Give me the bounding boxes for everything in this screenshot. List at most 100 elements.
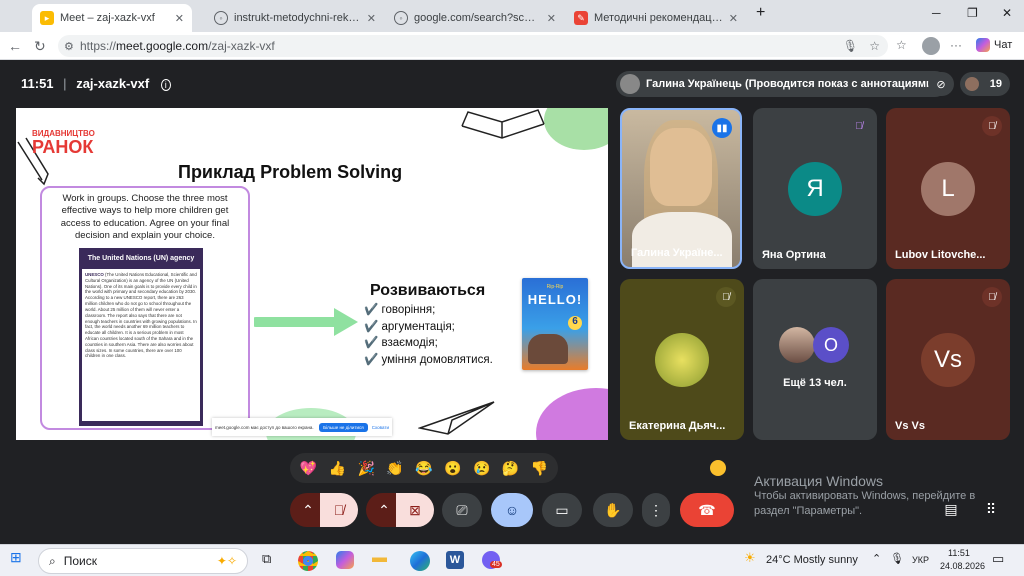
- participant-tile[interactable]: 🎙̸ Vs Vs Vs: [886, 279, 1010, 440]
- reaction-party-icon[interactable]: 🎉: [357, 460, 374, 477]
- copilot-icon: [976, 38, 990, 52]
- minimize-icon[interactable]: ─: [932, 6, 941, 20]
- back-icon[interactable]: ←: [8, 38, 22, 54]
- participant-tile[interactable]: 🎙̸ Екатерина Дьяч...: [620, 279, 744, 440]
- close-icon[interactable]: ✕: [367, 12, 376, 25]
- stop-sharing-button[interactable]: Більше не ділитися: [319, 422, 368, 432]
- reaction-heart-icon[interactable]: 💖: [300, 460, 317, 477]
- search-icon: ⌕: [49, 553, 56, 568]
- globe-icon: ◦: [214, 11, 228, 25]
- notification-badge: 45: [490, 561, 502, 568]
- taskbar-search[interactable]: ⌕ Поиск ✦✧: [38, 548, 248, 574]
- camera-toggle-button[interactable]: ⊠: [396, 493, 434, 527]
- reaction-surprised-icon[interactable]: 😮: [444, 460, 461, 477]
- more-menu-icon[interactable]: ···: [950, 38, 962, 52]
- globe-icon: ◦: [394, 11, 408, 25]
- tab-label: instrukt-metodychni-rekomend.p: [234, 12, 361, 24]
- language-indicator[interactable]: УКР: [912, 555, 929, 565]
- favorites-icon[interactable]: ☆: [896, 38, 907, 52]
- separator: |: [63, 76, 67, 91]
- doc-icon: ✎: [574, 11, 588, 25]
- mic-tray-icon[interactable]: 🎙: [890, 552, 904, 565]
- presenter-chip[interactable]: Галина Українець (Проводится показ с анн…: [616, 71, 948, 97]
- tab-docs[interactable]: ✎ Методичні рекомендації щодо в ✕: [566, 4, 746, 32]
- copilot-icon[interactable]: [336, 551, 354, 569]
- present-button[interactable]: ⎚: [442, 493, 482, 527]
- task-view-icon[interactable]: ⧉: [262, 551, 271, 567]
- restore-icon[interactable]: ❐: [967, 6, 978, 20]
- bookmark-star-icon[interactable]: ☆: [869, 39, 880, 53]
- file-explorer-icon[interactable]: ▬: [372, 549, 387, 566]
- reload-icon[interactable]: ↻: [34, 38, 46, 55]
- leave-call-button[interactable]: ☎: [680, 493, 734, 527]
- participant-tile[interactable]: 🎙̸ L Lubov Litovche...: [886, 108, 1010, 269]
- mic-off-icon: 🎙̸: [333, 502, 345, 518]
- share-notice-text: meet.google.com має доступ до вашого екр…: [215, 424, 314, 430]
- book-doodle-icon: [461, 109, 545, 139]
- search-highlight-icon: ✦✧: [216, 554, 237, 568]
- word-icon[interactable]: W: [446, 551, 464, 569]
- reaction-thumbs-up-icon[interactable]: 👍: [329, 460, 346, 477]
- tray-chevron-icon[interactable]: ⌃: [872, 552, 881, 565]
- skin-tone-selector[interactable]: [710, 460, 726, 476]
- participant-tile[interactable]: ▮▮ Галина Українe...: [620, 108, 742, 269]
- article-body-panel: UNESCO (The United Nations Educational, …: [82, 269, 200, 421]
- raise-hand-button[interactable]: ✋: [593, 493, 633, 527]
- site-info-icon[interactable]: ⚙: [64, 40, 74, 53]
- screen-share-off-icon[interactable]: ⊘: [928, 72, 954, 96]
- tab-meet[interactable]: ▸ Meet – zaj-xazk-vxf ✕: [32, 4, 192, 32]
- mic-toggle-button[interactable]: 🎙̸: [320, 493, 358, 527]
- hand-icon: ✋: [604, 501, 622, 518]
- chrome-icon[interactable]: [298, 551, 318, 571]
- copilot-chat-button[interactable]: Чат: [976, 38, 1012, 52]
- weather-label[interactable]: 24°C Mostly sunny: [766, 554, 858, 566]
- reactions-bar: 💖 👍 🎉 👏 😂 😮 😢 🤔 👎: [290, 453, 558, 483]
- reaction-thumbs-down-icon[interactable]: 👎: [531, 460, 548, 477]
- clock[interactable]: 11:51: [948, 548, 970, 558]
- tab-label: Методичні рекомендації щодо в: [594, 12, 723, 24]
- close-icon[interactable]: ✕: [547, 12, 556, 25]
- start-icon[interactable]: ⊞: [10, 549, 22, 566]
- chat-panel-button[interactable]: ▤: [936, 494, 966, 524]
- hide-notice-link[interactable]: Сховати: [372, 425, 389, 430]
- captions-button[interactable]: ▭: [542, 493, 582, 527]
- reaction-laugh-icon[interactable]: 😂: [415, 460, 432, 477]
- tab-search[interactable]: ◦ google.com/search?sca_esv=7e6a ✕: [386, 4, 564, 32]
- activation-text: Чтобы активировать Windows, перейдите в …: [754, 490, 976, 518]
- activities-button[interactable]: ⠿: [976, 494, 1006, 524]
- participant-tile[interactable]: 🎙̸ Я Яна Ортина: [753, 108, 877, 269]
- chat-label: Чат: [994, 39, 1013, 51]
- book-number: 6: [568, 316, 582, 330]
- task-card: Work in groups. Choose the three most ef…: [40, 186, 250, 430]
- notifications-icon[interactable]: ▭: [992, 551, 1004, 567]
- decor-blob-purple: [536, 388, 608, 440]
- tab-strip: ▸ Meet – zaj-xazk-vxf ✕ ◦ instrukt-metod…: [0, 0, 1024, 32]
- edge-icon[interactable]: [410, 551, 430, 571]
- participants-button[interactable]: 19: [960, 72, 1010, 96]
- participant-name: Lubov Litovche...: [895, 249, 986, 261]
- new-tab-button[interactable]: +: [756, 4, 765, 22]
- close-icon[interactable]: ✕: [175, 12, 184, 25]
- reaction-clap-icon[interactable]: 👏: [386, 460, 403, 477]
- more-participants-label: Ещё 13 чел.: [783, 377, 847, 389]
- address-toolbar: ← ↻ ⚙ https:// meet.google.com /zaj-xazk…: [0, 32, 1024, 60]
- tab-pdf[interactable]: ◦ instrukt-metodychni-rekomend.p ✕: [206, 4, 384, 32]
- emoji-button[interactable]: ☺: [491, 493, 533, 527]
- participant-body: [632, 212, 732, 267]
- skill-item: ✔️ говоріння;: [364, 304, 436, 316]
- activation-watermark: Активация Windows Чтобы активировать Win…: [754, 473, 1004, 520]
- meeting-header: 11:51 | zaj-xazk-vxf i: [21, 76, 171, 91]
- info-icon[interactable]: i: [160, 79, 171, 91]
- participant-count: 19: [989, 78, 1002, 90]
- mic-icon[interactable]: 🎙: [843, 39, 858, 53]
- reaction-sad-icon[interactable]: 😢: [473, 460, 490, 477]
- url-bar[interactable]: ⚙ https:// meet.google.com /zaj-xazk-vxf…: [58, 35, 888, 57]
- date[interactable]: 24.08.2026: [940, 561, 985, 571]
- more-options-button[interactable]: ⋮: [642, 493, 670, 527]
- captions-icon: ▭: [555, 501, 569, 518]
- more-participants-tile[interactable]: О Ещё 13 чел.: [753, 279, 877, 440]
- window-close-icon[interactable]: ✕: [1002, 6, 1012, 20]
- reaction-thinking-icon[interactable]: 🤔: [502, 460, 519, 477]
- profile-avatar[interactable]: [922, 37, 940, 55]
- close-icon[interactable]: ✕: [729, 12, 738, 25]
